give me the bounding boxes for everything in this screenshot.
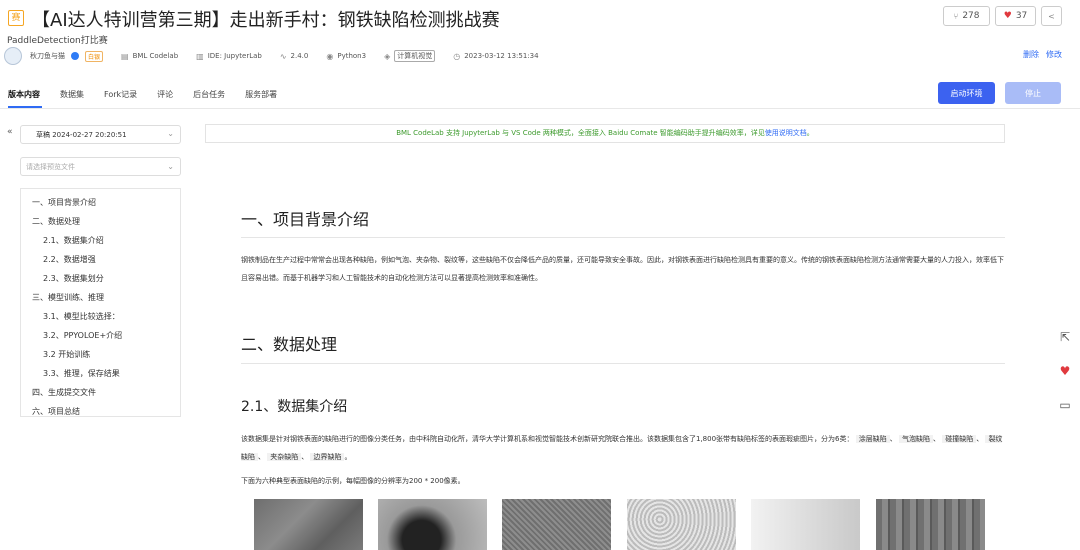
- eye-icon: ◉: [326, 51, 334, 61]
- toc-item[interactable]: 二、数据处理: [21, 212, 180, 231]
- defect-example-image: [627, 499, 736, 550]
- defect-class-tag: 碰撞缺陷: [942, 435, 977, 443]
- clock-icon: ◷: [453, 51, 461, 61]
- toc-item[interactable]: 一、项目背景介绍: [21, 193, 180, 212]
- toc-item[interactable]: 三、模型训练、推理: [21, 288, 180, 307]
- keyword-tag[interactable]: 计算机视觉: [394, 50, 436, 62]
- defect-example-image: [254, 499, 363, 550]
- toc-item[interactable]: 3.1、模型比较选择：: [21, 307, 180, 326]
- heading-divider: [241, 363, 1005, 364]
- dataset-paragraph: 该数据集是针对钢铁表面的缺陷进行的图像分类任务，由中科院自动化所，清华大学计算机…: [241, 435, 1003, 461]
- author-info[interactable]: 秋刀鱼与猫 白银: [4, 47, 104, 65]
- page-title: 【AI达人特训营第三期】走出新手村：钢铁缺陷检测挑战赛: [32, 10, 500, 31]
- stop-button[interactable]: 停止: [1005, 82, 1061, 104]
- edit-link[interactable]: 修改: [1046, 49, 1062, 60]
- delete-link[interactable]: 删除: [1023, 49, 1039, 60]
- defect-example-image: [876, 499, 985, 550]
- author-name[interactable]: 秋刀鱼与猫: [30, 51, 65, 61]
- start-environment-button[interactable]: 启动环境: [938, 82, 995, 104]
- external-link-icon[interactable]: ⇱: [1058, 330, 1072, 344]
- file-select-placeholder: 请选择预览文件: [26, 162, 75, 171]
- defect-class-tag: 气泡缺陷: [898, 435, 933, 443]
- collapse-sidebar-icon[interactable]: «: [7, 127, 13, 137]
- version-info: ∿ 2.4.0: [279, 51, 309, 61]
- defect-example-image: [502, 499, 611, 550]
- toc-item[interactable]: 六、项目总结: [21, 402, 180, 421]
- fork-count: 278: [962, 11, 980, 21]
- tab-version-content[interactable]: 版本内容: [8, 89, 40, 100]
- toc-item[interactable]: 2.2、数据增强: [21, 250, 180, 269]
- platform-icon: ▤: [121, 51, 129, 61]
- toc-item[interactable]: 3.3、推理，保存结果: [21, 364, 180, 383]
- toc-item[interactable]: 2.3、数据集划分: [21, 269, 180, 288]
- tab-dataset[interactable]: 数据集: [60, 89, 84, 100]
- chevron-down-icon: ⌄: [167, 162, 174, 171]
- tab-divider: [0, 108, 1080, 109]
- comment-icon[interactable]: ▭: [1058, 398, 1072, 412]
- version-select[interactable]: 草稿 2024-02-27 20:20:51 ⌄: [20, 125, 181, 144]
- meta-row: 秋刀鱼与猫 白银 ▤ BML Codelab ▥ IDE: JupyterLab…: [4, 47, 557, 65]
- heart-icon[interactable]: ♥: [1058, 364, 1072, 378]
- version-select-value: 草稿 2024-02-27 20:20:51: [36, 130, 127, 139]
- tab-service-deploy[interactable]: 服务部署: [245, 89, 277, 100]
- chart-icon: ∿: [279, 51, 287, 61]
- competition-badge: 赛: [8, 10, 24, 26]
- table-of-contents: 一、项目背景介绍 二、数据处理 2.1、数据集介绍 2.2、数据增强 2.3、数…: [20, 188, 181, 417]
- tab-comments[interactable]: 评论: [157, 89, 173, 100]
- ide-icon: ▥: [196, 51, 204, 61]
- like-count: 37: [1015, 11, 1028, 21]
- fork-button[interactable]: ⑂ 278: [943, 6, 990, 26]
- tab-active-indicator: [8, 106, 42, 108]
- toc-item[interactable]: 四、生成提交文件: [21, 383, 180, 402]
- avatar[interactable]: [4, 47, 22, 65]
- chevron-down-icon: ⌄: [167, 129, 174, 138]
- share-icon: <: [1048, 11, 1055, 21]
- toc-item[interactable]: 3.2 开始训练: [21, 345, 180, 364]
- heading-divider: [241, 237, 1005, 238]
- share-button[interactable]: <: [1041, 6, 1062, 26]
- toc-item[interactable]: 3.2、PPYOLOE+介绍: [21, 326, 180, 345]
- language-info: ◉ Python3: [326, 51, 367, 61]
- tab-bar: 版本内容 数据集 Fork记录 评论 后台任务 服务部署: [8, 89, 277, 100]
- tag-icon: ◈: [384, 51, 391, 61]
- like-button[interactable]: ♥ 37: [995, 6, 1036, 26]
- page-subtitle: PaddleDetection打比赛: [7, 36, 108, 46]
- fork-icon: ⑂: [953, 11, 959, 21]
- defect-class-tag: 边界缺陷: [310, 453, 345, 461]
- defect-example-image: [378, 499, 487, 550]
- notice-text: BML CodeLab 支持 JupyterLab 与 VS Code 两种模式…: [396, 129, 765, 137]
- platform-info: ▤ BML Codelab: [121, 51, 179, 61]
- section-heading: 一、项目背景介绍: [241, 210, 370, 229]
- paragraph: 钢铁制品在生产过程中常常会出现各种缺陷，例如气泡、夹杂物、裂纹等，这些缺陷不仅会…: [241, 256, 1004, 282]
- notice-banner: BML CodeLab 支持 JupyterLab 与 VS Code 两种模式…: [205, 124, 1005, 143]
- defect-class-tag: 涂层缺陷: [855, 435, 890, 443]
- subsection-heading: 2.1、数据集介绍: [241, 399, 348, 415]
- verified-icon: [71, 52, 79, 60]
- file-preview-select[interactable]: 请选择预览文件 ⌄: [20, 157, 181, 176]
- image-caption: 下面为六种典型表面缺陷的示例，每幅图像的分辨率为200 * 200像素。: [241, 477, 465, 485]
- heart-icon: ♥: [1003, 11, 1012, 21]
- defect-class-tag: 夹杂缺陷: [267, 453, 302, 461]
- tag-info: ◈ 计算机视觉: [384, 50, 436, 62]
- tab-fork-records[interactable]: Fork记录: [104, 89, 137, 100]
- toc-item[interactable]: 2.1、数据集介绍: [21, 231, 180, 250]
- level-badge: 白银: [85, 50, 104, 62]
- section-heading: 二、数据处理: [241, 335, 338, 354]
- docs-link[interactable]: 使用说明文档: [765, 129, 807, 137]
- ide-info: ▥ IDE: JupyterLab: [196, 51, 262, 61]
- defect-example-image: [751, 499, 860, 550]
- time-info: ◷ 2023-03-12 13:51:34: [453, 51, 539, 61]
- tab-background-tasks[interactable]: 后台任务: [193, 89, 225, 100]
